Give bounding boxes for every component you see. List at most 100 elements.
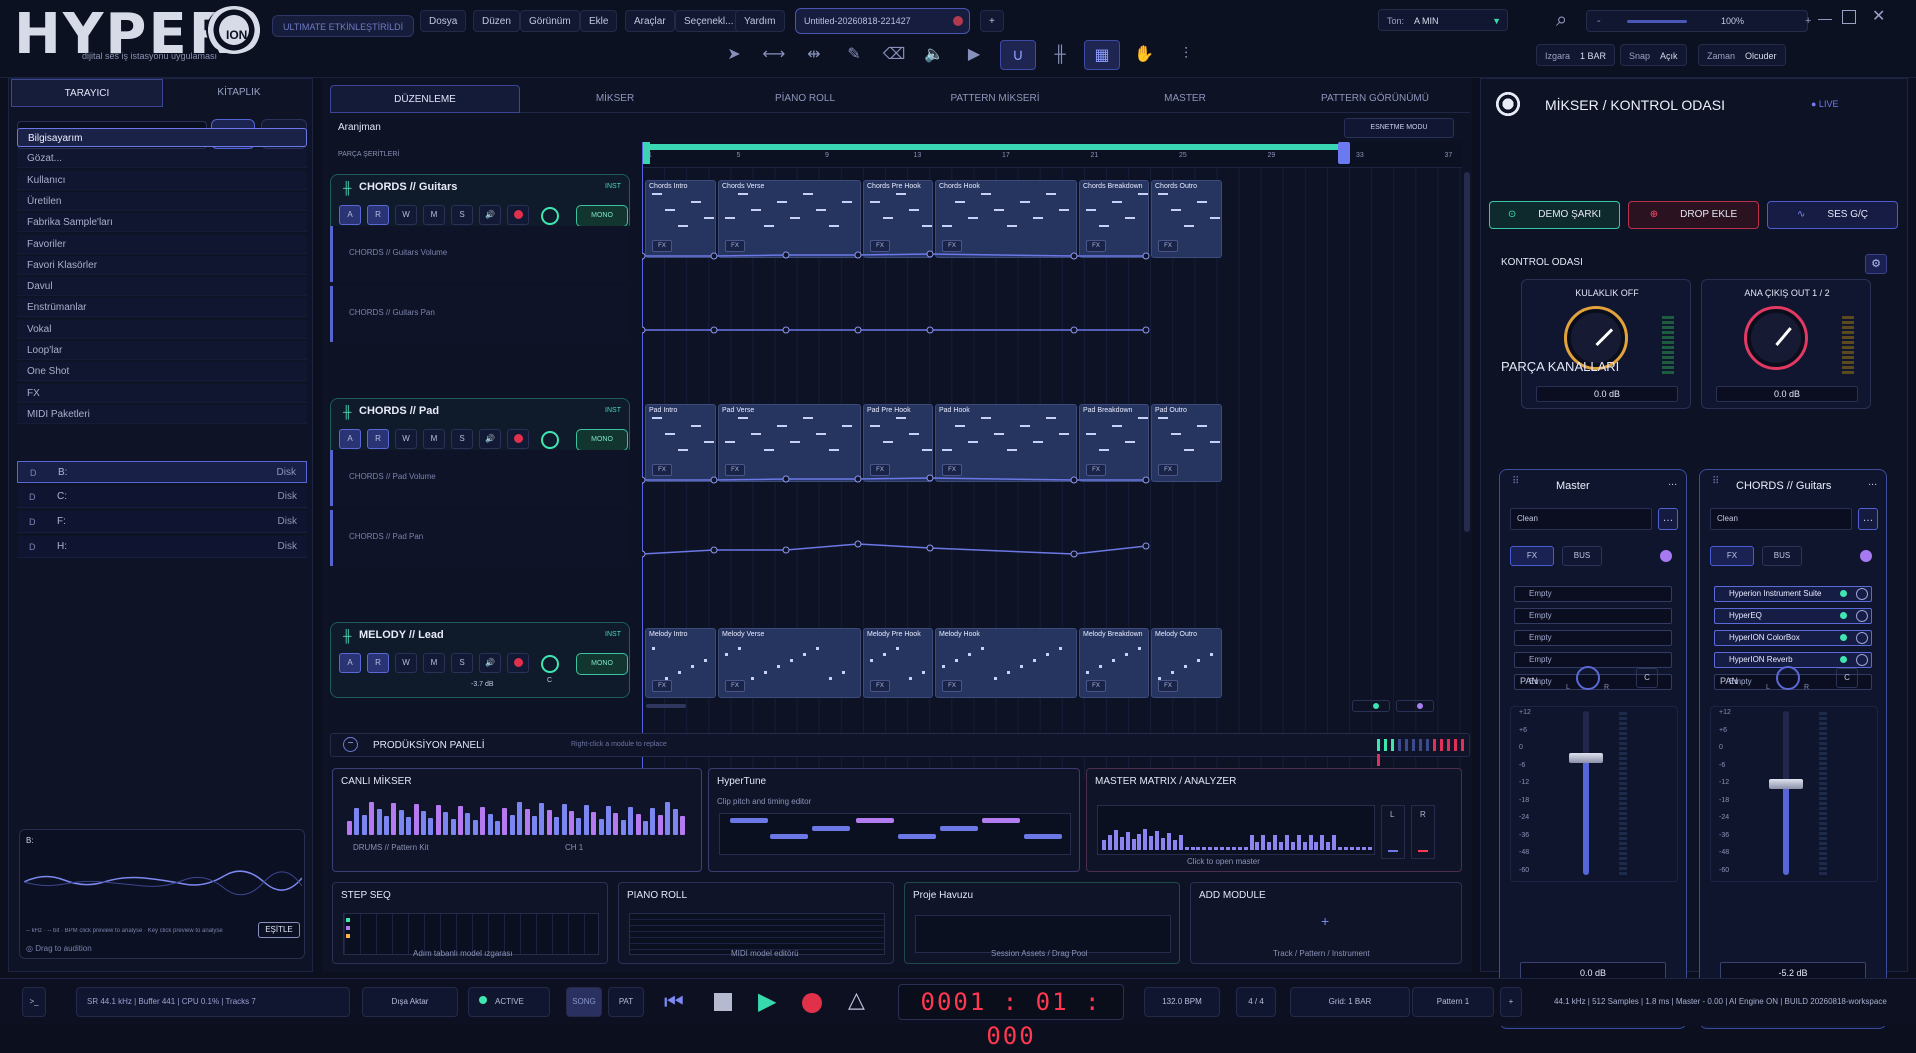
speaker-icon[interactable]: 🔊 xyxy=(479,429,501,449)
track-s-button[interactable]: S xyxy=(451,205,473,225)
maximize-icon[interactable] xyxy=(1842,10,1856,24)
vertical-scrollbar[interactable] xyxy=(1464,172,1470,532)
track-header[interactable]: ╫ MELODY // Lead INST A R W M S 🔊 C MONO -3.7 dB xyxy=(330,622,630,698)
mute-tool-icon[interactable]: 🔈 xyxy=(916,40,952,70)
fader-track[interactable] xyxy=(1783,711,1789,875)
tab-1[interactable]: MİKSER xyxy=(520,85,710,113)
insert-slot[interactable]: HyperION ColorBox xyxy=(1714,630,1872,646)
record-icon[interactable] xyxy=(802,993,822,1013)
fader-handle[interactable] xyxy=(1569,753,1603,763)
browser-item[interactable]: Bilgisayarım xyxy=(17,128,307,147)
insert-slot[interactable]: Empty xyxy=(1514,586,1672,602)
automation-lane[interactable]: CHORDS // Pad Pan xyxy=(330,510,630,566)
pencil-tool-icon[interactable]: ✎ xyxy=(836,40,872,70)
browser-item[interactable]: Enstrümanlar xyxy=(17,298,307,318)
clip[interactable]: Melody Verse FX xyxy=(718,628,861,698)
mono-button[interactable]: MONO xyxy=(576,653,628,675)
track-r-button[interactable]: R xyxy=(367,653,389,673)
insert-slot[interactable]: Hyperion Instrument Suite xyxy=(1714,586,1872,602)
browser-item[interactable]: Gözat... xyxy=(17,149,307,169)
menu-edit[interactable]: Düzen xyxy=(473,10,520,32)
track-s-button[interactable]: S xyxy=(451,429,473,449)
insert-slot[interactable]: Empty xyxy=(1514,652,1672,668)
clip-fx-button[interactable]: FX xyxy=(870,680,890,692)
song-mode-button[interactable]: SONG xyxy=(566,987,602,1017)
tab-3[interactable]: PATTERN MİKSERİ xyxy=(900,85,1090,113)
magnet-tool-icon[interactable]: ∪ xyxy=(1000,40,1036,70)
pan-knob[interactable] xyxy=(541,655,559,673)
drag-handle-icon[interactable]: ⠿ xyxy=(1712,476,1719,487)
automation-lane[interactable]: CHORDS // Guitars Volume xyxy=(330,226,630,282)
insert-slot[interactable]: HyperION Reverb xyxy=(1714,652,1872,668)
metronome-icon[interactable]: △ xyxy=(848,987,865,1013)
power-icon[interactable] xyxy=(1856,654,1868,666)
browser-item[interactable]: Favori Klasörler xyxy=(17,255,307,275)
range-tool-icon[interactable]: ⟷ xyxy=(756,40,792,70)
master-matrix-module[interactable]: MASTER MATRIX / ANALYZER Click to open m… xyxy=(1086,768,1462,872)
channel-preset[interactable]: Clean xyxy=(1510,508,1652,530)
piano-roll-module[interactable]: PIANO ROLL MIDI model editörü xyxy=(618,882,894,964)
mono-button[interactable]: MONO xyxy=(576,205,628,227)
drive-item[interactable]: D C: Disk xyxy=(17,486,307,508)
bus-button[interactable]: BUS xyxy=(1562,546,1602,566)
close-tab-icon[interactable] xyxy=(953,16,963,26)
speaker-icon[interactable]: 🔊 xyxy=(479,205,501,225)
hand-tool-icon[interactable]: ✋ xyxy=(1126,40,1162,70)
track-a-button[interactable]: A xyxy=(339,429,361,449)
ultimate-badge[interactable]: ULTIMATE ETKİNLEŞTİRİLDİ xyxy=(272,15,415,37)
add-module[interactable]: ADD MODULE + Track / Pattern / Instrumen… xyxy=(1190,882,1462,964)
channel-menu-button[interactable]: ... xyxy=(1868,476,1877,488)
automation-lane[interactable]: CHORDS // Pad Volume xyxy=(330,450,630,506)
snap-pill[interactable]: Snap Açık xyxy=(1620,44,1687,66)
step-seq-module[interactable]: STEP SEQ Adım tabanlı model ızgarası xyxy=(332,882,608,964)
hypertune-module[interactable]: HyperTune Clip pitch and timing editor xyxy=(708,768,1080,872)
track-r-button[interactable]: R xyxy=(367,429,389,449)
power-icon[interactable] xyxy=(1856,632,1868,644)
clip-fx-button[interactable]: FX xyxy=(1158,680,1178,692)
browser-item[interactable]: Favoriler xyxy=(17,234,307,254)
browser-item[interactable]: Davul xyxy=(17,277,307,297)
pattern-mode-button[interactable]: PAT xyxy=(608,987,644,1017)
pan-knob[interactable] xyxy=(541,431,559,449)
stop-icon[interactable] xyxy=(714,993,732,1011)
collapse-icon[interactable]: − xyxy=(343,737,358,752)
track-r-button[interactable]: R xyxy=(367,205,389,225)
tab-browser[interactable]: TARAYICI xyxy=(11,79,163,107)
eraser-tool-icon[interactable]: ⌫ xyxy=(876,40,912,70)
project-pool-module[interactable]: Proje Havuzu Session Assets / Drag Pool xyxy=(904,882,1180,964)
menu-file[interactable]: Dosya xyxy=(420,10,467,32)
h-zoom-slider[interactable] xyxy=(1352,700,1390,712)
tab-5[interactable]: PATTERN GÖRÜNÜMÜ xyxy=(1280,85,1470,113)
pan-knob[interactable] xyxy=(1776,666,1800,690)
browser-item[interactable]: FX xyxy=(17,383,307,403)
channel-color-dot[interactable] xyxy=(1860,550,1872,562)
power-icon[interactable] xyxy=(1856,588,1868,600)
record-arm-icon[interactable] xyxy=(507,429,529,449)
preview-waveform[interactable] xyxy=(24,860,302,900)
drop-add-button[interactable]: ⊕ DROP EKLE xyxy=(1628,201,1759,229)
tab-4[interactable]: MASTER xyxy=(1090,85,1280,113)
play-icon[interactable]: ▶ xyxy=(758,987,776,1016)
new-tab-button[interactable]: + xyxy=(980,10,1004,32)
channel-strip[interactable]: ⠿ CHORDS // Guitars... Clean … FX BUS Hyperion… xyxy=(1699,469,1887,1029)
slice-tool-icon[interactable]: ╫ xyxy=(1042,40,1078,70)
rewind-icon[interactable]: ⏮ xyxy=(664,989,684,1015)
clip-fx-button[interactable]: FX xyxy=(725,680,745,692)
clip-fx-button[interactable]: FX xyxy=(942,680,962,692)
plus-icon[interactable]: + xyxy=(1321,913,1329,929)
fader-handle[interactable] xyxy=(1769,778,1803,789)
time-pill[interactable]: Zaman Olcuder xyxy=(1698,44,1786,66)
horizontal-scrollbar[interactable] xyxy=(646,704,686,708)
export-button[interactable]: Dışa Aktar xyxy=(362,987,458,1017)
channel-strip[interactable]: ⠿ Master... Clean … FX BUS Empty Empty Empty Empt… xyxy=(1499,469,1687,1029)
menu-view[interactable]: Görünüm xyxy=(520,10,580,32)
clip-fx-button[interactable]: FX xyxy=(1086,680,1106,692)
equalize-button[interactable]: EŞİTLE xyxy=(258,922,300,938)
automation-lane[interactable]: CHORDS // Guitars Pan xyxy=(330,286,630,342)
drive-item[interactable]: D H: Disk xyxy=(17,536,307,558)
grid-tool-icon[interactable]: ▦ xyxy=(1084,40,1120,70)
track-w-button[interactable]: W xyxy=(395,429,417,449)
live-mixer-module[interactable]: CANLI MİKSER DRUMS // Pattern Kit CH 1 xyxy=(332,768,702,872)
track-m-button[interactable]: M xyxy=(423,653,445,673)
bus-button[interactable]: BUS xyxy=(1762,546,1802,566)
